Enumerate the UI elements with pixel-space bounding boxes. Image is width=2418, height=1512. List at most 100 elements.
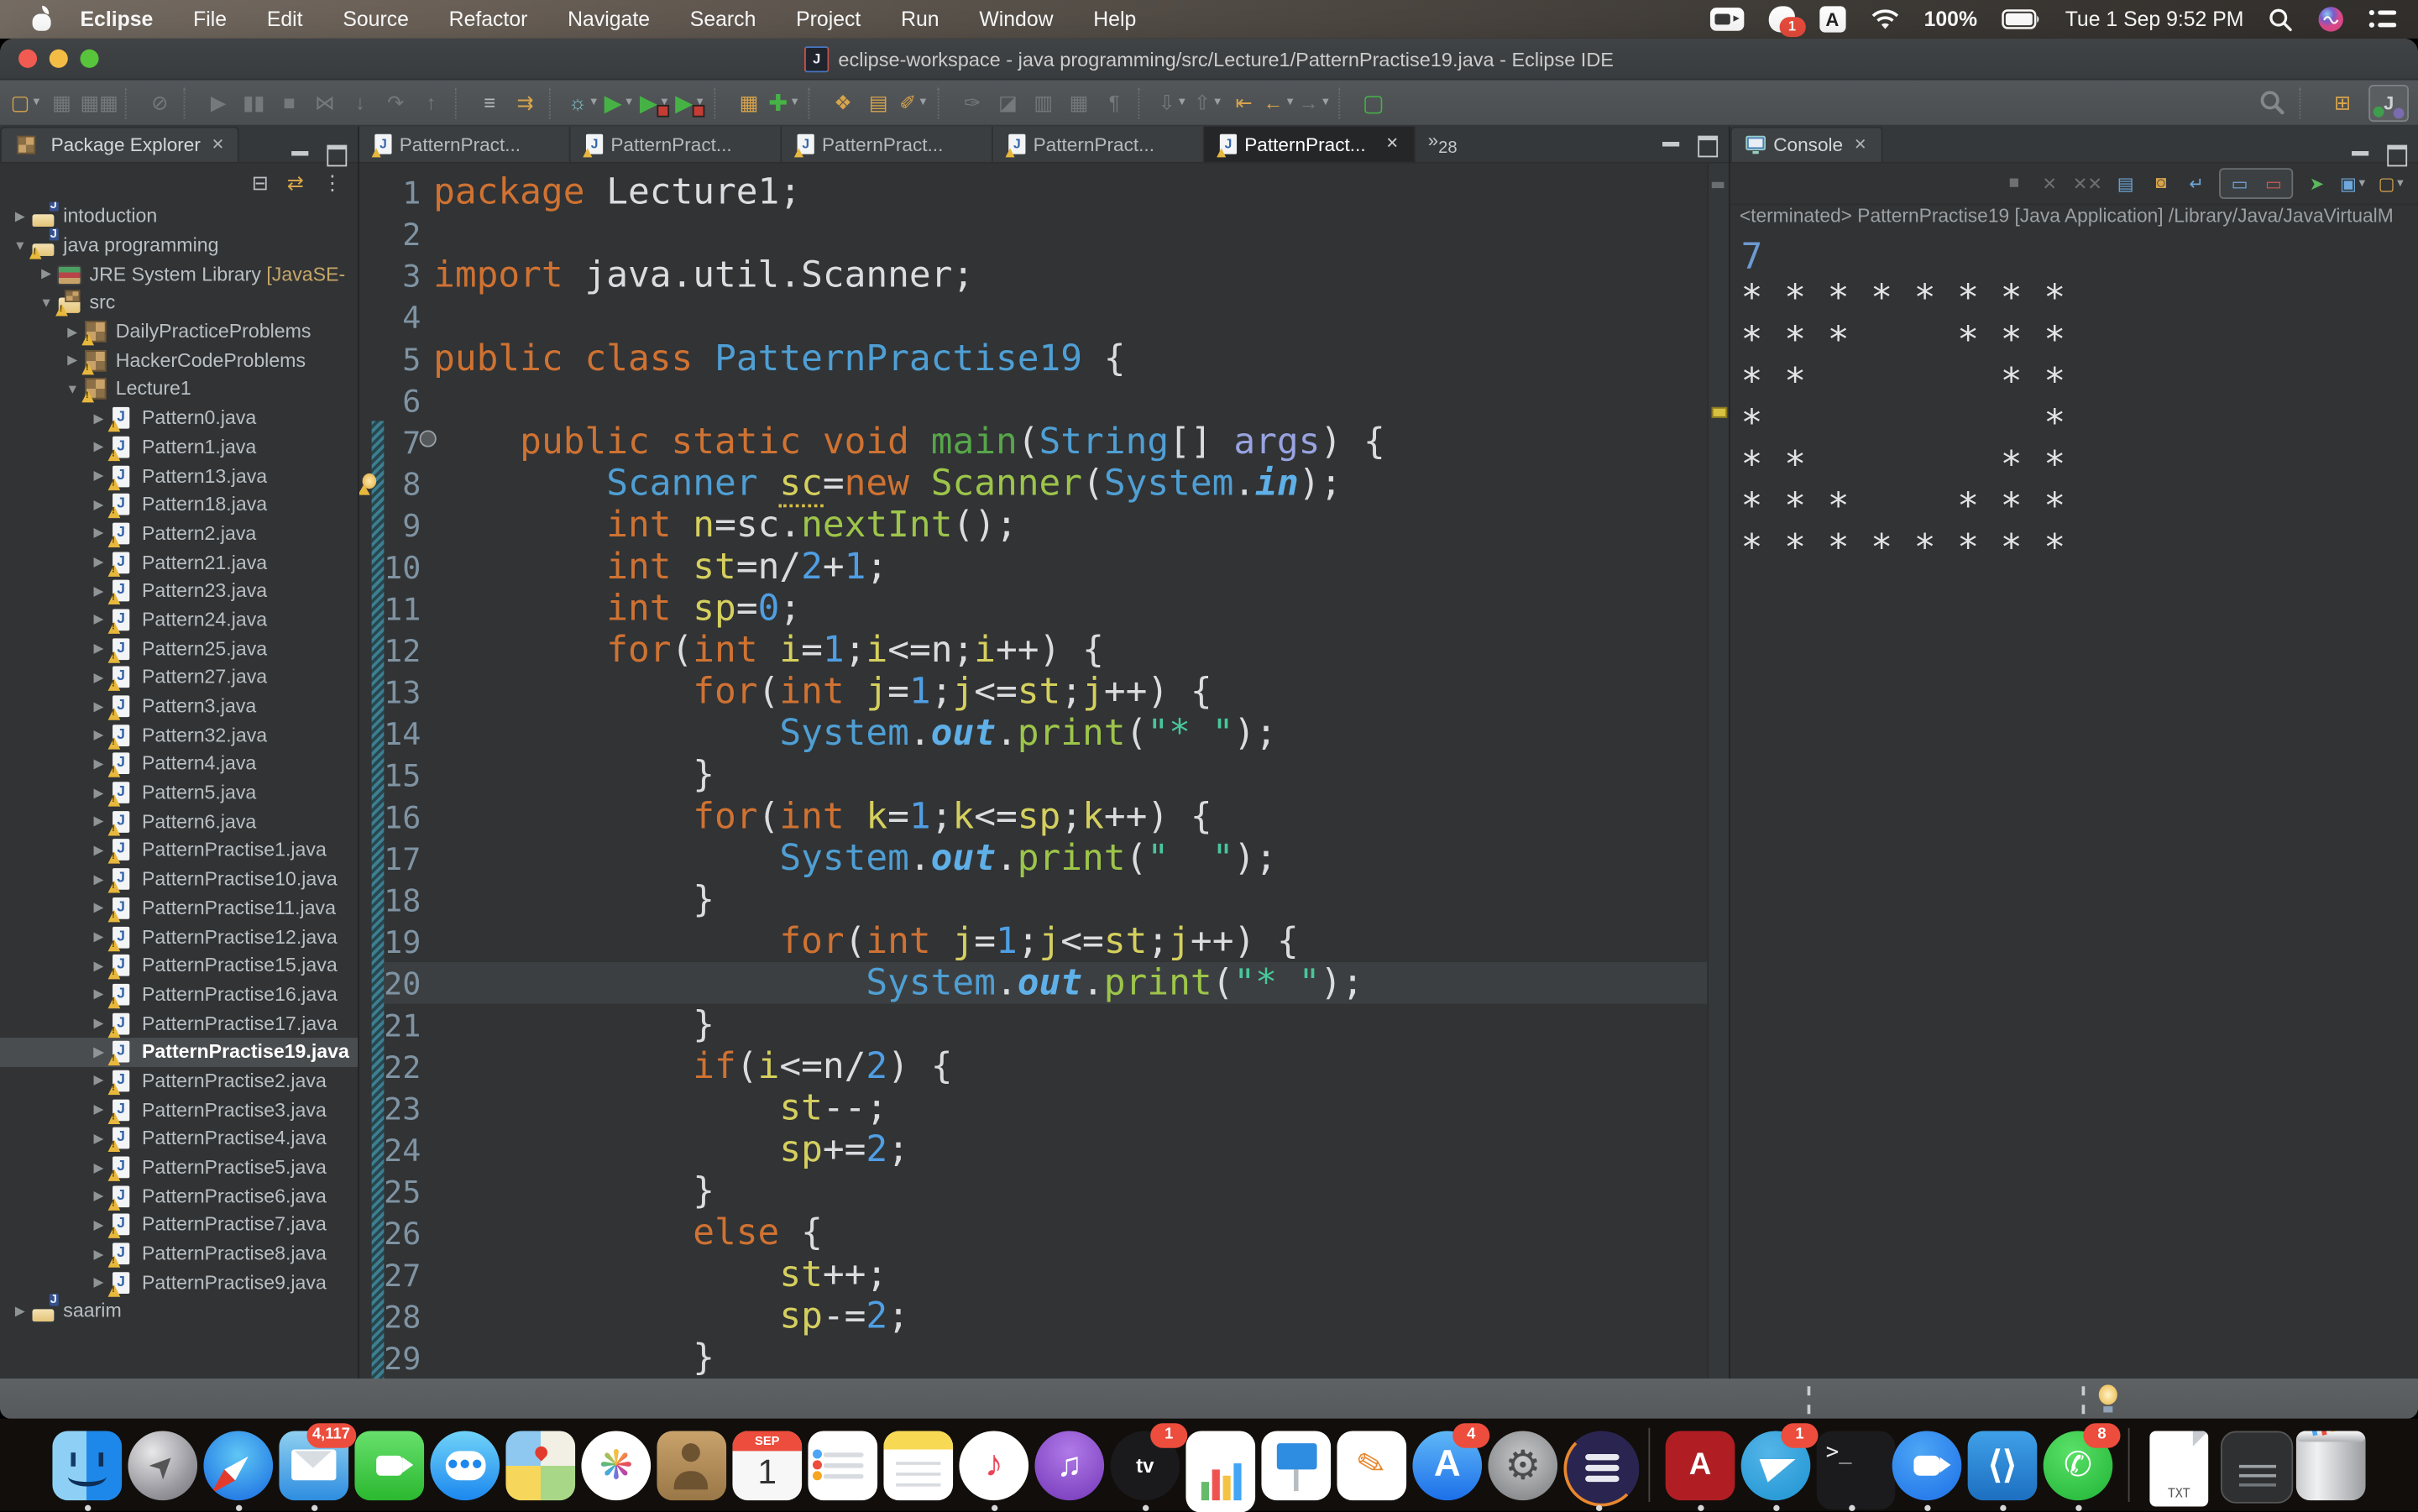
dock-finder-icon[interactable] [52, 1431, 122, 1500]
dock-launchpad-icon[interactable]: ➤ [128, 1431, 197, 1500]
word-wrap-icon[interactable]: ↵ [2184, 171, 2208, 196]
chevron-right-icon[interactable]: ▶ [91, 410, 106, 426]
tree-item-pattern18-java[interactable]: ▶JPattern18.java [0, 490, 358, 519]
tip-lightbulb-icon[interactable] [2097, 1384, 2119, 1412]
chevron-right-icon[interactable]: ▶ [65, 323, 80, 340]
editor-tab-2[interactable]: J PatternPract... [571, 127, 782, 162]
menu-project[interactable]: Project [796, 8, 861, 31]
chevron-right-icon[interactable]: ▶ [91, 899, 106, 916]
dock-whatsapp-icon[interactable]: ✆8 [2044, 1431, 2113, 1500]
tree-item-patternpractise4-java[interactable]: ▶JPatternPractise4.java [0, 1124, 358, 1153]
tree-item-patternpractise12-java[interactable]: ▶JPatternPractise12.java [0, 923, 358, 951]
remove-all-launches-icon[interactable]: ✕✕ [2073, 171, 2102, 196]
tree-item-hackercodeproblems[interactable]: ▶HackerCodeProblems [0, 346, 358, 374]
apple-menu-icon[interactable] [33, 8, 53, 30]
dock-acrobat-icon[interactable]: A [1666, 1431, 1735, 1500]
tree-item-patternpractise10-java[interactable]: ▶JPatternPractise10.java [0, 865, 358, 893]
minimize-view-icon[interactable] [1661, 136, 1681, 153]
chevron-right-icon[interactable]: ▶ [91, 1274, 106, 1291]
dock-maps-icon[interactable] [505, 1431, 575, 1500]
step-return-icon[interactable]: ↑ [414, 86, 447, 119]
zoom-window-button[interactable] [81, 50, 99, 68]
code-line-22[interactable]: 22 if(i<=n/2) { [359, 1045, 1709, 1087]
chevron-right-icon[interactable]: ▶ [91, 496, 106, 513]
show-on-stdout-icon[interactable]: ▭ [2227, 171, 2252, 196]
menu-navigate[interactable]: Navigate [568, 8, 650, 31]
tree-item-patternpractise5-java[interactable]: ▶JPatternPractise5.java [0, 1153, 358, 1181]
fold-marker-icon[interactable] [420, 430, 437, 447]
tree-item-patternpractise11-java[interactable]: ▶JPatternPractise11.java [0, 893, 358, 922]
open-type-icon[interactable]: ❖ [826, 86, 860, 119]
pause-icon[interactable]: ▮▮ [237, 86, 270, 119]
chevron-right-icon[interactable]: ▶ [91, 554, 106, 571]
remove-launch-icon[interactable]: ✕ [2037, 171, 2061, 196]
terminate-icon[interactable]: ■ [2002, 171, 2026, 196]
tree-item-pattern2-java[interactable]: ▶JPattern2.java [0, 519, 358, 547]
code-editor[interactable]: 1package Lecture1;23import java.util.Sca… [359, 164, 1729, 1379]
chevron-right-icon[interactable]: ▶ [39, 265, 54, 282]
code-line-21[interactable]: 21 } [359, 1004, 1709, 1046]
hidden-tabs-chevron[interactable]: »28 [1416, 127, 1469, 162]
chevron-right-icon[interactable]: ▶ [91, 784, 106, 801]
control-center-list-icon[interactable] [2368, 9, 2396, 29]
stop-icon[interactable]: ■ [272, 86, 306, 119]
menu-run[interactable]: Run [901, 8, 939, 31]
tree-item-patternpractise3-java[interactable]: ▶JPatternPractise3.java [0, 1096, 358, 1124]
tree-item-jre-system-library-[interactable]: ▶JRE System Library [JavaSE- [0, 259, 358, 288]
code-line-23[interactable]: 23 st--; [359, 1087, 1709, 1129]
open-perspective-icon[interactable]: ⊞ [2326, 86, 2359, 119]
tree-item-pattern23-java[interactable]: ▶JPattern23.java [0, 577, 358, 605]
chevron-right-icon[interactable]: ▶ [91, 698, 106, 714]
notification-app-icon[interactable]: 1 [1768, 6, 1794, 32]
chevron-right-icon[interactable]: ▶ [91, 756, 106, 772]
close-icon[interactable]: ✕ [1854, 137, 1866, 154]
chevron-down-icon[interactable]: ▼ [65, 382, 80, 397]
skip-breakpoints-icon[interactable]: ⊘ [143, 86, 176, 119]
chevron-right-icon[interactable]: ▶ [91, 1188, 106, 1205]
code-line-16[interactable]: 16 for(int k=1;k<=sp;k++) { [359, 796, 1709, 838]
tree-item-pattern5-java[interactable]: ▶JPattern5.java [0, 778, 358, 807]
run-icon[interactable]: ▶▼ [602, 86, 636, 119]
chevron-right-icon[interactable]: ▶ [91, 1245, 106, 1262]
code-line-5[interactable]: 5public class PatternPractise19 { [359, 337, 1709, 379]
format-icon[interactable]: ✑ [955, 86, 989, 119]
menu-clock[interactable]: Tue 1 Sep 9:52 PM [2065, 8, 2244, 31]
chevron-right-icon[interactable]: ▶ [91, 1130, 106, 1147]
tree-item-pattern21-java[interactable]: ▶JPattern21.java [0, 547, 358, 576]
search-highlight-icon[interactable]: ✐▼ [897, 86, 930, 119]
code-line-13[interactable]: 13 for(int j=1;j<=st;j++) { [359, 671, 1709, 713]
close-icon[interactable]: ✕ [212, 137, 224, 154]
siri-icon[interactable] [2318, 6, 2344, 32]
editor-tab-5[interactable]: J PatternPract... ✕ [1204, 127, 1416, 162]
tree-item-pattern6-java[interactable]: ▶JPattern6.java [0, 807, 358, 835]
show-on-stderr-icon[interactable]: ▭ [2261, 171, 2285, 196]
tree-item-lecture1[interactable]: ▼Lecture1 [0, 375, 358, 404]
dock-photos-icon[interactable]: ❋ [581, 1431, 651, 1500]
maximize-view-icon[interactable] [1696, 136, 1716, 153]
pin-console-icon[interactable]: ➤ [2305, 171, 2329, 196]
dock-mail-icon[interactable]: 4,117 [279, 1431, 348, 1500]
code-line-25[interactable]: 25 } [359, 1170, 1709, 1212]
window-title-bar[interactable]: J eclipse-workspace - java programming/s… [0, 39, 2418, 81]
dock-telegram-icon[interactable]: 1 [1741, 1431, 1811, 1500]
outline-icon[interactable]: ▦ [1062, 86, 1096, 119]
scroll-lock-icon[interactable]: ◙ [2148, 171, 2173, 196]
code-line-10[interactable]: 10 int st=n/2+1; [359, 546, 1709, 588]
tab-package-explorer[interactable]: Package Explorer ✕ [0, 127, 240, 162]
tree-item-dailypracticeproblems[interactable]: ▶DailyPracticeProblems [0, 317, 358, 346]
tab-console[interactable]: Console ✕ [1730, 127, 1882, 162]
dock-numbers-icon[interactable] [1185, 1431, 1255, 1500]
chevron-right-icon[interactable]: ▶ [91, 842, 106, 859]
tree-item-pattern32-java[interactable]: ▶JPattern32.java [0, 720, 358, 749]
chevron-right-icon[interactable]: ▶ [91, 1015, 106, 1032]
tree-item-pattern24-java[interactable]: ▶JPattern24.java [0, 605, 358, 634]
dock-notes-icon[interactable] [883, 1431, 953, 1500]
chevron-right-icon[interactable]: ▶ [91, 1072, 106, 1089]
new-class-icon[interactable]: ✚▼ [767, 86, 801, 119]
code-line-1[interactable]: 1package Lecture1; [359, 171, 1709, 213]
code-line-9[interactable]: 9 int n=sc.nextInt(); [359, 505, 1709, 547]
warning-marker[interactable] [1712, 407, 1727, 418]
chevron-right-icon[interactable]: ▶ [91, 929, 106, 945]
save-icon[interactable]: ▦ [44, 86, 78, 119]
code-line-7[interactable]: 7 public static void main(String[] args)… [359, 421, 1709, 463]
